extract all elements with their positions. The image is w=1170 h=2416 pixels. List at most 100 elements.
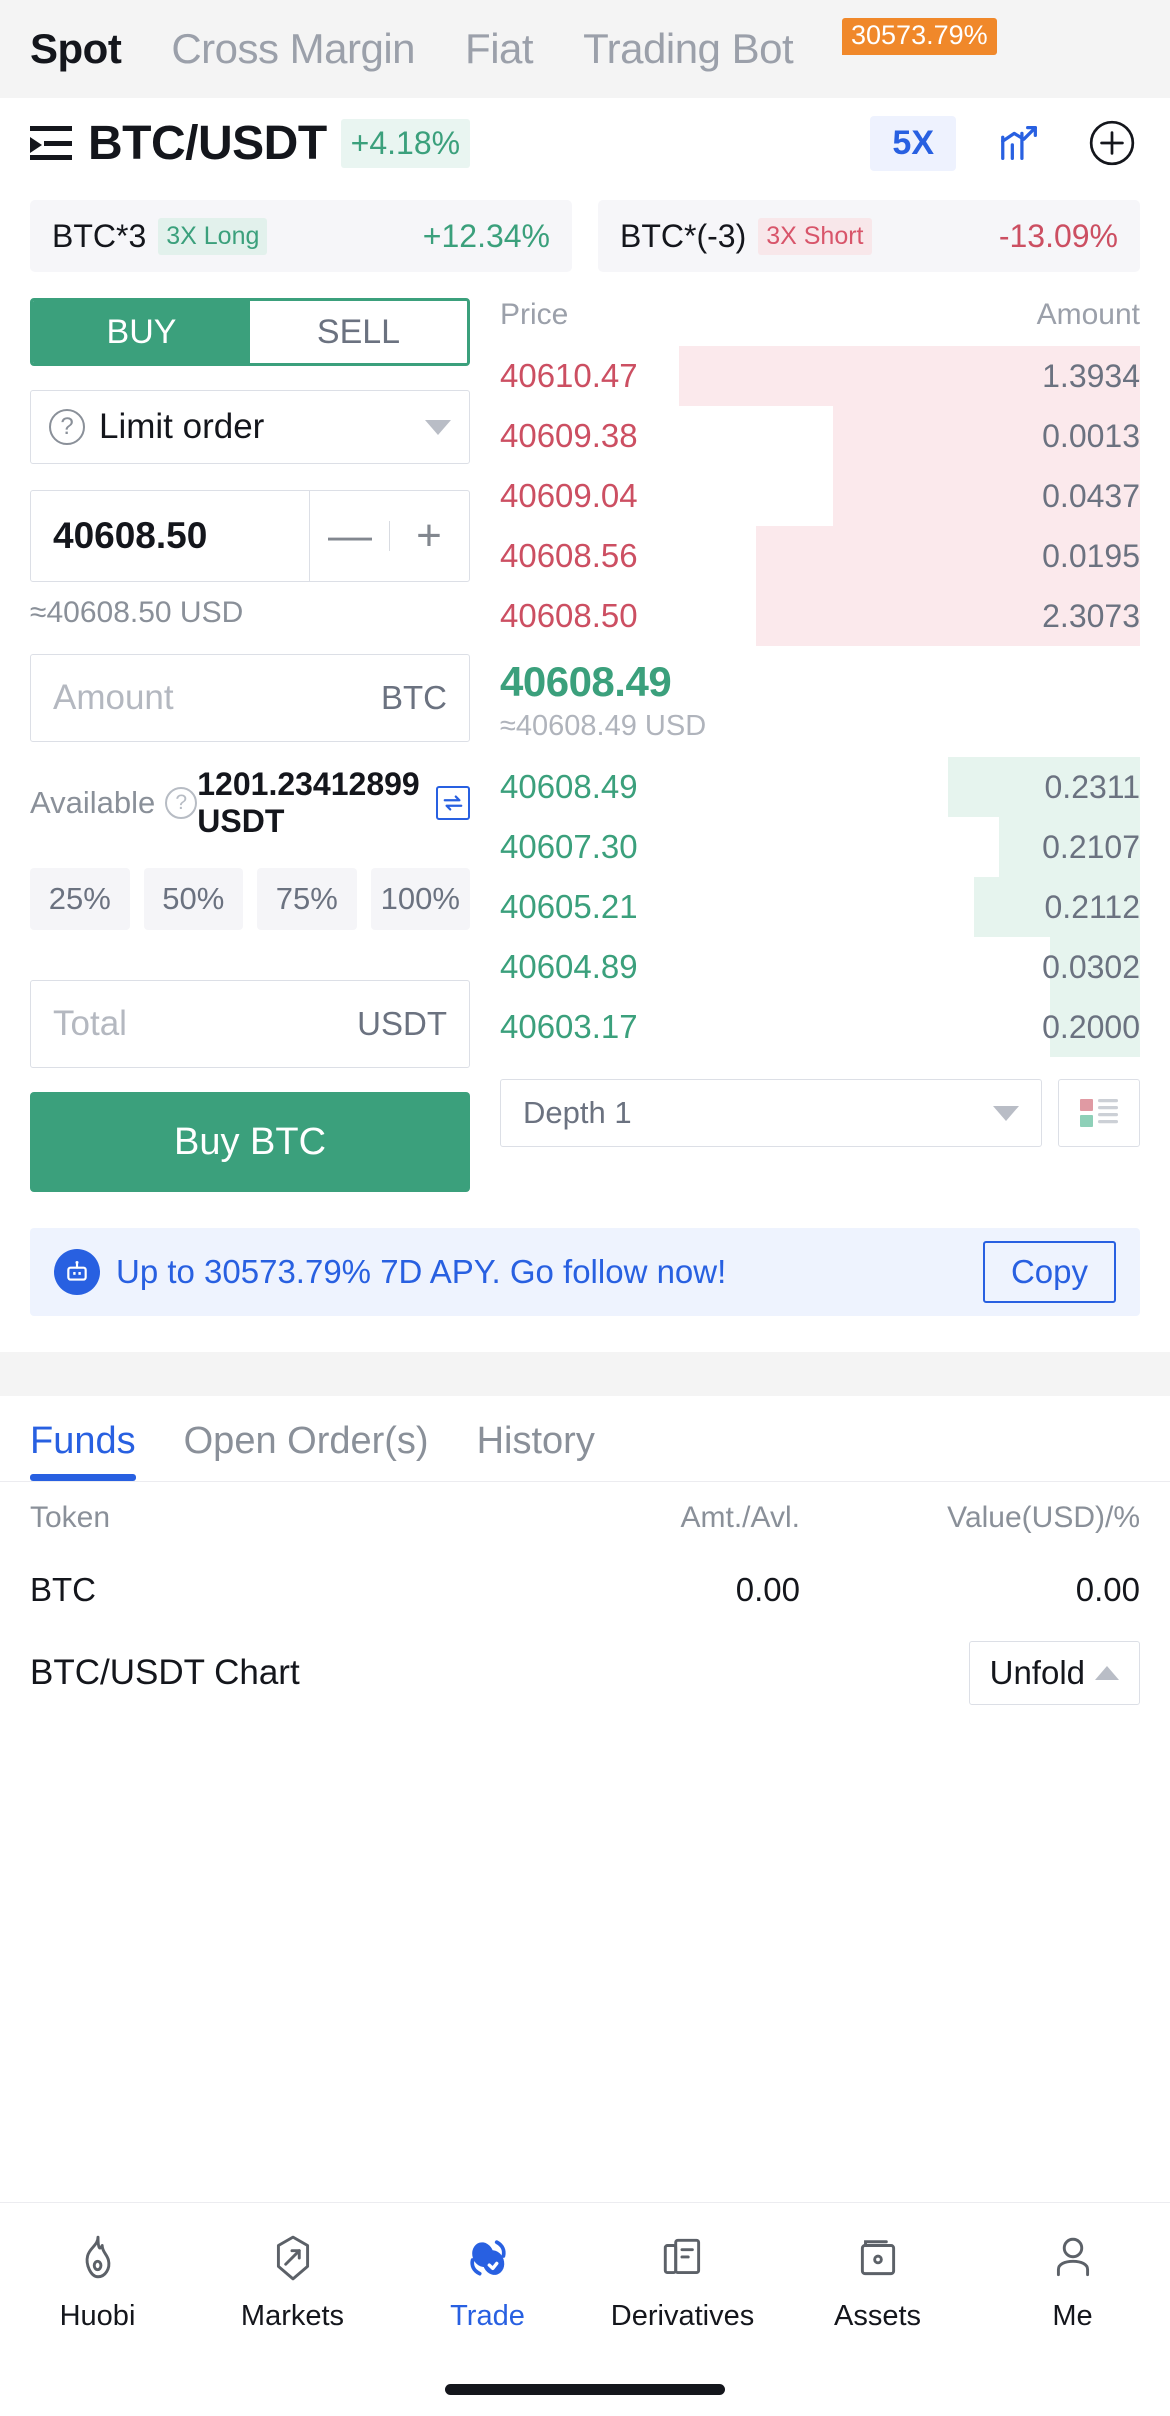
- tab-cross-margin[interactable]: Cross Margin: [171, 25, 415, 73]
- nav-item-huobi[interactable]: Huobi: [0, 2233, 195, 2333]
- promo-banner-text: Up to 30573.79% 7D APY. Go follow now!: [116, 1253, 727, 1290]
- order-book-layout-icon[interactable]: [1058, 1079, 1140, 1147]
- order-type-select[interactable]: ? Limit order: [30, 390, 470, 464]
- depth-select[interactable]: Depth 1: [500, 1079, 1042, 1147]
- cell-value: 0.00: [1075, 1571, 1140, 1608]
- leveraged-token-row: BTC*3 3X Long +12.34% BTC*(-3) 3X Short …: [0, 188, 1170, 272]
- cell-token: BTC: [30, 1571, 96, 1608]
- tab-spot[interactable]: Spot: [30, 25, 122, 73]
- bid-price: 40603.17: [500, 1008, 638, 1045]
- trade-swap-icon: [463, 2233, 513, 2288]
- buy-sell-toggle: BUY SELL: [30, 298, 470, 366]
- ask-amount: 2.3073: [1042, 597, 1140, 634]
- order-book-ask-row[interactable]: 40609.38 0.0013: [500, 406, 1140, 466]
- transfer-swap-icon[interactable]: [436, 786, 470, 820]
- chevron-down-icon: [425, 419, 451, 435]
- top-tab-bar: Spot Cross Margin Fiat Trading Bot 30573…: [0, 0, 1170, 98]
- price-increment-button[interactable]: +: [390, 491, 468, 581]
- order-book-header: Price Amount: [500, 298, 1140, 332]
- leverage-badge[interactable]: 5X: [870, 115, 956, 171]
- price-input[interactable]: 40608.50: [31, 491, 309, 581]
- percent-75-button[interactable]: 75%: [257, 868, 357, 930]
- section-divider: [0, 1352, 1170, 1396]
- order-book-bid-row[interactable]: 40605.21 0.2112: [500, 877, 1140, 937]
- nav-item-markets[interactable]: Markets: [195, 2233, 390, 2333]
- funds-table: Token Amt./Avl. Value(USD)/% BTC 0.00 0.…: [0, 1482, 1170, 1626]
- amount-input-placeholder: Amount: [53, 678, 174, 717]
- markets-shield-icon: [268, 2233, 318, 2288]
- help-icon[interactable]: ?: [165, 787, 198, 819]
- bid-price: 40605.21: [500, 888, 638, 925]
- leveraged-token-short[interactable]: BTC*(-3) 3X Short -13.09%: [598, 200, 1140, 272]
- chart-row-label: BTC/USDT Chart: [30, 1653, 300, 1692]
- buy-tab[interactable]: BUY: [33, 301, 250, 363]
- submit-buy-button[interactable]: Buy BTC: [30, 1092, 470, 1192]
- percent-25-button[interactable]: 25%: [30, 868, 130, 930]
- tab-trading-bot[interactable]: Trading Bot: [583, 25, 794, 73]
- order-book-bid-row[interactable]: 40604.89 0.0302: [500, 937, 1140, 997]
- order-book-bid-row[interactable]: 40603.17 0.2000: [500, 997, 1140, 1057]
- lev-symbol: BTC*(-3): [620, 217, 747, 254]
- percent-50-button[interactable]: 50%: [143, 868, 243, 930]
- chevron-down-icon: [993, 1105, 1019, 1121]
- ask-amount: 0.0195: [1042, 537, 1140, 574]
- amount-input-row[interactable]: Amount BTC: [30, 654, 470, 742]
- depth-label: Depth 1: [523, 1095, 632, 1130]
- ask-amount: 0.0437: [1042, 477, 1140, 514]
- order-form: BUY SELL ? Limit order 40608.50 — + ≈406…: [30, 298, 470, 1192]
- pair-list-icon[interactable]: [30, 126, 72, 160]
- nav-label: Me: [1052, 2299, 1093, 2332]
- nav-item-assets[interactable]: Assets: [780, 2233, 975, 2333]
- copy-button[interactable]: Copy: [982, 1241, 1116, 1303]
- nav-label: Huobi: [59, 2299, 136, 2332]
- nav-label: Derivatives: [610, 2299, 755, 2332]
- apy-promo-banner[interactable]: Up to 30573.79% 7D APY. Go follow now! C…: [30, 1228, 1140, 1316]
- robot-icon: [54, 1249, 100, 1295]
- plus-circle-icon[interactable]: [1084, 115, 1140, 171]
- page-title[interactable]: BTC/USDT: [88, 116, 327, 171]
- trade-area: BUY SELL ? Limit order 40608.50 — + ≈406…: [0, 272, 1170, 1192]
- order-book-amount-header: Amount: [1036, 298, 1140, 331]
- table-row[interactable]: BTC 0.00 0.00: [30, 1554, 1140, 1626]
- lev-tag: 3X Short: [758, 217, 872, 255]
- total-unit: USDT: [357, 1005, 447, 1042]
- order-book-ask-row[interactable]: 40608.56 0.0195: [500, 526, 1140, 586]
- available-balance-row: Available ? 1201.23412899 USDT: [30, 766, 470, 840]
- ask-price: 40608.56: [500, 537, 638, 574]
- cell-amount: 0.00: [735, 1571, 800, 1608]
- order-type-label: Limit order: [99, 407, 265, 446]
- last-price-block: 40608.49 ≈40608.49 USD: [500, 646, 1140, 757]
- order-book-ask-row[interactable]: 40609.04 0.0437: [500, 466, 1140, 526]
- assets-wallet-icon: [853, 2233, 903, 2288]
- available-value: 1201.23412899 USDT: [197, 766, 420, 839]
- order-book-ask-row[interactable]: 40610.47 1.3934: [500, 346, 1140, 406]
- nav-item-derivatives[interactable]: Derivatives: [585, 2233, 780, 2333]
- tab-open-orders[interactable]: Open Order(s): [184, 1420, 429, 1481]
- lev-symbol: BTC*3: [52, 217, 147, 254]
- leveraged-token-long[interactable]: BTC*3 3X Long +12.34%: [30, 200, 572, 272]
- price-decrement-button[interactable]: —: [311, 491, 389, 581]
- nav-label: Markets: [240, 2299, 345, 2332]
- tab-funds[interactable]: Funds: [30, 1420, 136, 1481]
- lev-change: -13.09%: [998, 217, 1118, 254]
- bid-amount: 0.0302: [1042, 948, 1140, 985]
- ask-price: 40609.04: [500, 477, 638, 514]
- sell-tab[interactable]: SELL: [250, 301, 467, 363]
- unfold-button[interactable]: Unfold: [968, 1641, 1140, 1705]
- tab-fiat[interactable]: Fiat: [465, 25, 534, 73]
- order-book-ask-row[interactable]: 40608.50 2.3073: [500, 586, 1140, 646]
- percent-100-button[interactable]: 100%: [370, 868, 470, 930]
- chart-icon[interactable]: [992, 115, 1048, 171]
- bid-price: 40604.89: [500, 948, 638, 985]
- nav-item-trade[interactable]: Trade: [390, 2233, 585, 2333]
- tab-history[interactable]: History: [477, 1420, 595, 1481]
- help-icon[interactable]: ?: [49, 409, 85, 445]
- ask-amount: 0.0013: [1042, 417, 1140, 454]
- order-book-bid-row[interactable]: 40608.49 0.2311: [500, 757, 1140, 817]
- total-input-row[interactable]: Total USDT: [30, 980, 470, 1068]
- nav-item-me[interactable]: Me: [975, 2233, 1170, 2333]
- home-indicator[interactable]: [445, 2383, 725, 2395]
- order-book-bid-row[interactable]: 40607.30 0.2107: [500, 817, 1140, 877]
- price-input-row: 40608.50 — +: [30, 490, 470, 582]
- column-token: Token: [30, 1501, 111, 1534]
